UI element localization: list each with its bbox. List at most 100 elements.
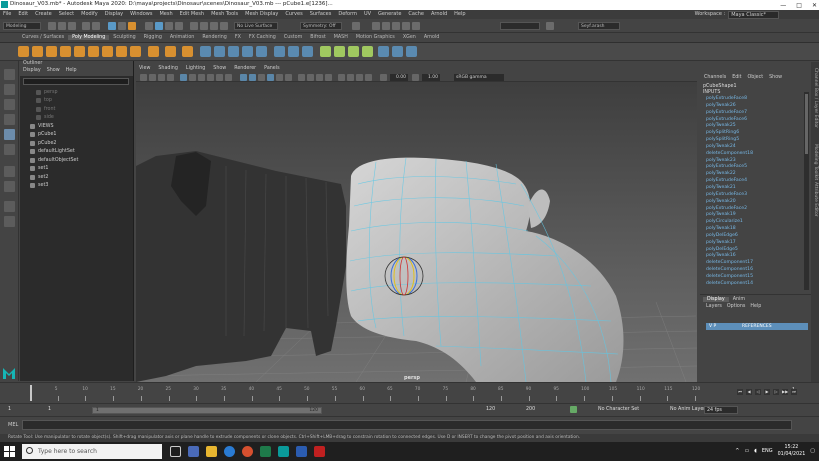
menu-windows[interactable]: Windows [130, 11, 152, 17]
edge-browser-icon[interactable] [224, 446, 235, 457]
layer-flags[interactable]: V P [709, 323, 716, 330]
side-tab-modeling-toolkit[interactable]: Modeling Toolkit [813, 144, 818, 180]
shelf-tab-animation[interactable]: Animation [166, 35, 198, 40]
outliner-item-side[interactable]: side [20, 114, 134, 123]
snap-point-icon[interactable] [210, 22, 218, 30]
menu-mesh-tools[interactable]: Mesh Tools [211, 11, 238, 17]
select-by-component-icon[interactable] [128, 22, 136, 30]
maximize-button[interactable]: □ [796, 2, 802, 9]
separate-icon[interactable] [214, 46, 225, 57]
snap-view-plane-icon[interactable] [220, 22, 228, 30]
step-forward-frame-button[interactable]: ▷ [773, 389, 779, 395]
character-set-icon[interactable] [570, 406, 577, 413]
history-node-polytweak18[interactable]: polyTweak18 [706, 226, 806, 233]
menu-cache[interactable]: Cache [408, 11, 424, 17]
channel-box-menu-object[interactable]: Object [748, 75, 764, 82]
poly-pyramid-icon[interactable] [130, 46, 141, 57]
target-weld-icon[interactable] [334, 46, 345, 57]
sidebar-toggle-icon[interactable] [546, 22, 554, 30]
poly-disc-icon[interactable] [102, 46, 113, 57]
outliner-item-pcube2[interactable]: pCube2 [20, 139, 134, 148]
close-button[interactable]: ✕ [812, 2, 817, 9]
camera-attributes-icon[interactable] [149, 74, 156, 81]
poly-cylinder-icon[interactable] [46, 46, 57, 57]
shelf-tab-fx-caching[interactable]: FX Caching [245, 35, 280, 40]
playback-start-field[interactable]: 1 [46, 406, 86, 414]
platonic-solid-icon[interactable] [116, 46, 127, 57]
history-node-polydeledge6[interactable]: polyDelEdge6 [706, 233, 806, 240]
menu-modify[interactable]: Modify [81, 11, 98, 17]
history-node-polytweak20[interactable]: polyTweak20 [706, 199, 806, 206]
file-explorer-icon[interactable] [206, 446, 217, 457]
viewport-menu-renderer[interactable]: Renderer [234, 66, 256, 73]
menu-set-select[interactable]: Modeling [3, 22, 41, 30]
multi-cut-icon[interactable] [320, 46, 331, 57]
select-camera-icon[interactable] [140, 74, 147, 81]
menu-help[interactable]: Help [454, 11, 465, 17]
field-chart-icon[interactable] [216, 74, 223, 81]
select-by-hierarchy-icon[interactable] [108, 22, 116, 30]
playback-end-field[interactable]: 120 [484, 406, 520, 414]
menu-generate[interactable]: Generate [378, 11, 401, 17]
backface-culling-icon[interactable] [365, 74, 372, 81]
volume-icon[interactable]: ◖ [754, 448, 757, 454]
ipr-render-icon[interactable] [382, 22, 390, 30]
persp-outliner-icon[interactable] [4, 201, 15, 212]
play-forward-button[interactable]: ▶ [764, 389, 770, 395]
menu-mesh-display[interactable]: Mesh Display [245, 11, 278, 17]
menu-surfaces[interactable]: Surfaces [310, 11, 332, 17]
layer-menu-options[interactable]: Options [727, 304, 746, 309]
new-scene-icon[interactable] [48, 22, 56, 30]
redo-icon[interactable] [92, 22, 100, 30]
menu-edit-mesh[interactable]: Edit Mesh [180, 11, 204, 17]
render-current-frame-icon[interactable] [372, 22, 380, 30]
end-time-field[interactable]: 200 [524, 406, 560, 414]
poly-cube-icon[interactable] [32, 46, 43, 57]
snap-grid-icon[interactable] [190, 22, 198, 30]
outliner-item-defaultobjectset[interactable]: defaultObjectSet [20, 156, 134, 165]
system-clock[interactable]: 15:22 01/04/2021 [778, 444, 806, 458]
poly-torus-icon[interactable] [74, 46, 85, 57]
bridge-icon[interactable] [288, 46, 299, 57]
chrome-icon[interactable] [242, 446, 253, 457]
outliner-item-top[interactable]: top [20, 97, 134, 106]
channel-box-object-name[interactable]: pCubeShape1 [703, 84, 737, 89]
history-node-deletecomponent18[interactable]: deleteComponent18 [706, 151, 806, 158]
select-by-object-icon[interactable] [118, 22, 126, 30]
workspace-select[interactable]: Maya Classic* [728, 11, 779, 19]
render-setup-icon[interactable] [412, 22, 420, 30]
xray-icon[interactable] [347, 74, 354, 81]
shelf-tab-xgen[interactable]: XGen [399, 35, 420, 40]
taskbar-search-input[interactable]: Type here to search [22, 444, 162, 459]
shelf-tab-sculpting[interactable]: Sculpting [109, 35, 139, 40]
resolution-gate-icon[interactable] [198, 74, 205, 81]
tab-display[interactable]: Display [703, 297, 729, 302]
history-icon[interactable] [352, 22, 360, 30]
save-scene-icon[interactable] [68, 22, 76, 30]
select-tool-icon[interactable] [4, 69, 15, 80]
move-tool-icon[interactable] [4, 114, 15, 125]
shadows-icon[interactable] [285, 74, 292, 81]
menu-edit[interactable]: Edit [18, 11, 28, 17]
wireframe-icon[interactable] [240, 74, 247, 81]
shelf-tab-poly-modeling[interactable]: Poly Modeling [68, 35, 110, 40]
viewport-menu-lighting[interactable]: Lighting [186, 66, 205, 73]
edge-mask-icon[interactable] [155, 22, 163, 30]
shelf-tab-rendering[interactable]: Rendering [198, 35, 231, 40]
word-icon[interactable] [296, 446, 307, 457]
poly-cone-icon[interactable] [60, 46, 71, 57]
time-slider[interactable]: 5 10 15 20 25 30 35 40 45 50 55 60 65 70 75 80 85 90 95 100… [0, 382, 819, 402]
anti-aliasing-icon[interactable] [316, 74, 323, 81]
outliner-item-set3[interactable]: set3 [20, 182, 134, 191]
app-icon-1[interactable] [188, 446, 199, 457]
poly-plane-icon[interactable] [88, 46, 99, 57]
super-shape-icon[interactable] [148, 46, 159, 57]
wireframe-on-shaded-icon[interactable] [258, 74, 265, 81]
step-back-frame-button[interactable]: ◁ [755, 389, 761, 395]
current-time-indicator[interactable] [30, 385, 32, 401]
bookmarks-icon[interactable] [158, 74, 165, 81]
persp-graph-icon[interactable] [4, 216, 15, 227]
bevel-icon[interactable] [302, 46, 313, 57]
gate-mask-icon[interactable] [207, 74, 214, 81]
grid-toggle-icon[interactable] [180, 74, 187, 81]
